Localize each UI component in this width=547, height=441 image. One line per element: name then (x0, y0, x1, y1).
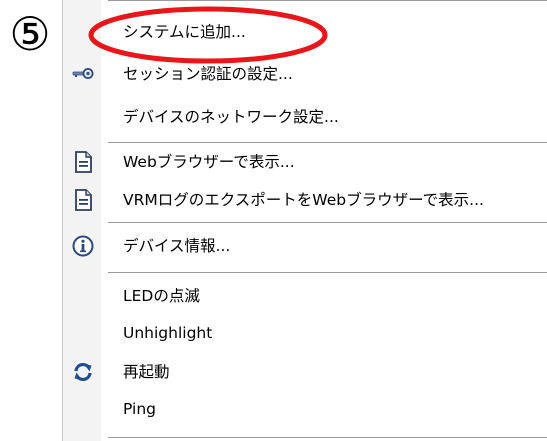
menu-item-session-auth-settings[interactable]: セッション認証の設定... (63, 56, 547, 92)
menu-item-view-in-web-browser[interactable]: Webブラウザーで表示... (63, 144, 547, 180)
menu-item-label: 再起動 (123, 363, 170, 381)
menu-item-label: VRMログのエクスポートをWebブラウザーで表示... (123, 191, 484, 209)
menu-item-export-vrm-log-web[interactable]: VRMログのエクスポートをWebブラウザーで表示... (63, 182, 547, 218)
menu-item-label: LEDの点滅 (123, 287, 200, 305)
menu-item-label: Webブラウザーで表示... (123, 153, 295, 171)
menu-separator (108, 222, 547, 223)
menu-separator (108, 437, 547, 438)
menu-item-device-network-settings[interactable]: デバイスのネットワーク設定... (63, 99, 547, 135)
document-icon (71, 150, 95, 174)
menu-item-restart[interactable]: 再起動 (63, 354, 547, 390)
menu-item-label: Unhighlight (123, 324, 213, 342)
refresh-icon (71, 360, 95, 384)
menu-separator (108, 0, 547, 1)
menu-item-add-to-system[interactable]: システムに追加... (63, 14, 547, 50)
menu-item-label: デバイス情報... (123, 237, 231, 255)
step-number-marker: ⑤ (9, 7, 51, 61)
menu-separator (108, 142, 547, 143)
menu-separator (108, 272, 547, 273)
menu-item-label: システムに追加... (123, 23, 246, 41)
context-menu: システムに追加... セッション認証の設定... デバイスのネットワーク設定..… (62, 0, 547, 441)
menu-item-label: デバイスのネットワーク設定... (123, 108, 339, 126)
menu-item-device-info[interactable]: デバイス情報... (63, 228, 547, 264)
key-icon (71, 62, 95, 86)
document-icon (71, 188, 95, 212)
menu-item-ping[interactable]: Ping (63, 391, 547, 427)
menu-item-blink-led[interactable]: LEDの点滅 (63, 278, 547, 314)
menu-item-label: Ping (123, 400, 156, 418)
menu-item-unhighlight[interactable]: Unhighlight (63, 315, 547, 351)
menu-item-label: セッション認証の設定... (123, 65, 293, 83)
info-icon (71, 234, 95, 258)
